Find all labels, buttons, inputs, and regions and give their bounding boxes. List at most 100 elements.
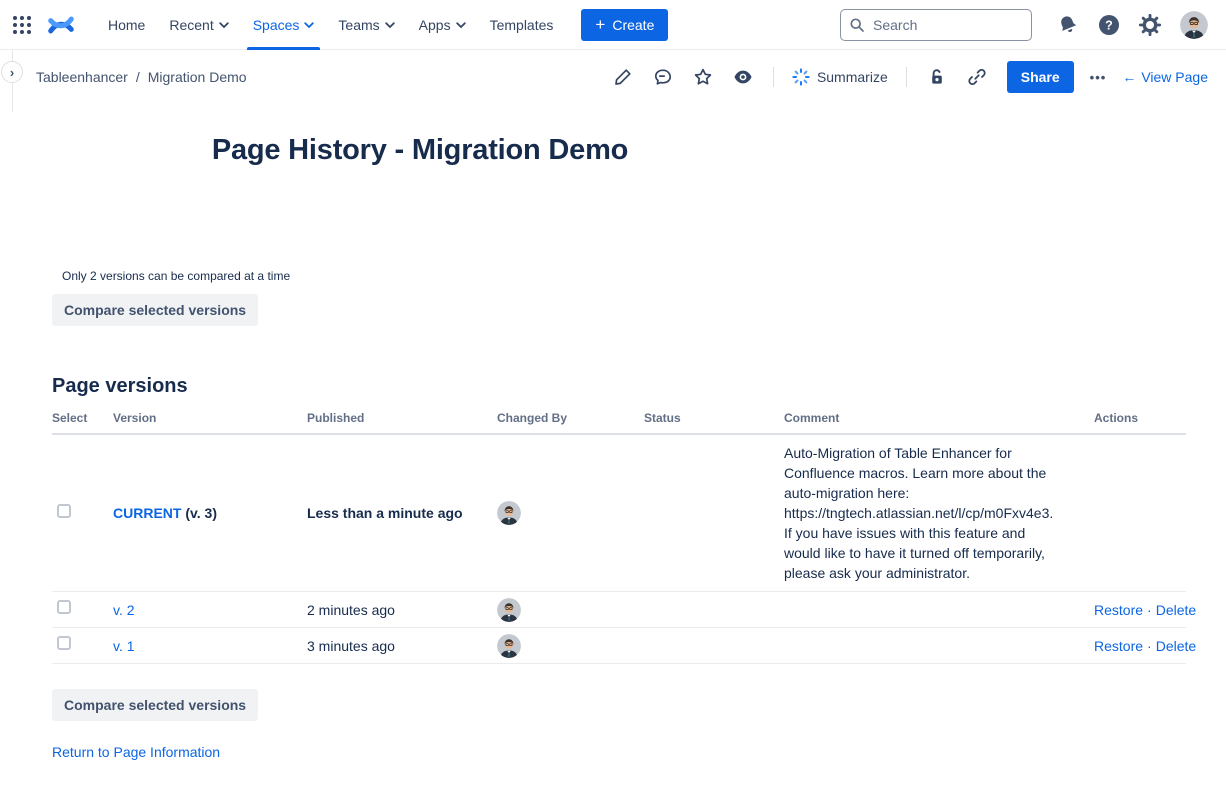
return-to-page-information-link[interactable]: Return to Page Information: [52, 744, 220, 760]
col-header-actions: Actions: [1094, 411, 1138, 425]
row-checkbox[interactable]: [57, 600, 71, 614]
top-navigation: Home Recent Spaces Teams: [0, 0, 1226, 50]
restrictions-unlock-icon[interactable]: [921, 61, 953, 93]
settings-gear-icon[interactable]: [1139, 14, 1161, 36]
versions-table: Select Version Published Changed By Stat…: [52, 411, 1186, 664]
nav-item-label: Recent: [169, 17, 213, 33]
notifications-bell-icon[interactable]: [1057, 14, 1079, 36]
page-toolbar: › Tableenhancer / Migration Demo: [0, 50, 1226, 104]
changed-by-avatar: [497, 634, 521, 658]
summarize-label: Summarize: [817, 69, 888, 85]
nav-item-label: Templates: [490, 17, 554, 33]
watch-eye-icon[interactable]: [727, 61, 759, 93]
toolbar-divider: [906, 67, 907, 87]
comment-line: please ask your administrator.: [784, 563, 1094, 583]
page-title: Page History - Migration Demo: [52, 134, 788, 167]
compare-note: Only 2 versions can be compared at a tim…: [62, 269, 1186, 283]
table-header-row: Select Version Published Changed By Stat…: [52, 411, 1186, 435]
changed-by-avatar: [497, 598, 521, 622]
create-button-label: Create: [612, 17, 654, 33]
share-button[interactable]: Share: [1007, 61, 1074, 93]
published-cell: 2 minutes ago: [307, 602, 497, 618]
back-arrow-icon: ←: [1122, 69, 1136, 85]
action-separator: ·: [1147, 602, 1152, 618]
more-actions-button[interactable]: •••: [1082, 70, 1115, 85]
nav-item-label: Teams: [338, 17, 379, 33]
comment-line: Confluence macros. Learn more about the: [784, 463, 1094, 483]
chevron-right-icon: ›: [10, 65, 14, 80]
page-versions-heading: Page versions: [52, 375, 1186, 398]
comment-line: would like to have it turned off tempora…: [784, 543, 1094, 563]
nav-item-templates[interactable]: Templates: [478, 0, 566, 50]
breadcrumb-separator: /: [136, 69, 140, 85]
version-link[interactable]: v. 2: [113, 602, 135, 618]
star-icon[interactable]: [687, 61, 719, 93]
table-row-v1: v. 1 3 minutes ago Restore·Delete: [52, 628, 1186, 664]
confluence-logo-icon[interactable]: [48, 12, 74, 38]
help-icon[interactable]: ?: [1098, 14, 1120, 36]
comment-icon[interactable]: [647, 61, 679, 93]
nav-item-home[interactable]: Home: [96, 0, 157, 50]
nav-item-label: Apps: [419, 17, 451, 33]
comment-cell: Auto-Migration of Table Enhancer for Con…: [784, 443, 1094, 583]
published-cell: 3 minutes ago: [307, 638, 497, 654]
page-content: Page History - Migration Demo Only 2 ver…: [0, 134, 1226, 762]
action-separator: ·: [1147, 638, 1152, 654]
changed-by-avatar: [497, 501, 521, 525]
nav-item-label: Spaces: [253, 17, 300, 33]
comment-line: auto-migration here:: [784, 483, 1094, 503]
nav-item-recent[interactable]: Recent: [157, 0, 240, 50]
sidebar-expand-button[interactable]: ›: [1, 61, 23, 83]
toolbar-divider: [773, 67, 774, 87]
chevron-down-icon: [219, 22, 229, 29]
actions-cell: Restore·Delete: [1094, 638, 1196, 654]
breadcrumb-page-link[interactable]: Migration Demo: [148, 69, 247, 85]
create-button[interactable]: + Create: [581, 9, 668, 41]
version-link-current[interactable]: CURRENT: [113, 505, 181, 521]
breadcrumb-space-link[interactable]: Tableenhancer: [36, 69, 128, 85]
user-avatar[interactable]: [1180, 11, 1208, 39]
app-switcher-icon[interactable]: [10, 13, 34, 37]
plus-icon: +: [595, 16, 605, 33]
row-checkbox[interactable]: [57, 636, 71, 650]
delete-link[interactable]: Delete: [1156, 638, 1196, 654]
restore-link[interactable]: Restore: [1094, 638, 1143, 654]
published-cell: Less than a minute ago: [307, 505, 497, 521]
summarize-button[interactable]: Summarize: [788, 68, 892, 86]
chevron-down-icon: [304, 22, 314, 29]
view-page-link[interactable]: ← View Page: [1122, 69, 1208, 85]
nav-item-apps[interactable]: Apps: [407, 0, 478, 50]
chevron-down-icon: [456, 22, 466, 29]
restore-link[interactable]: Restore: [1094, 602, 1143, 618]
chevron-down-icon: [385, 22, 395, 29]
copy-link-icon[interactable]: [961, 61, 993, 93]
question-glyph: ?: [1105, 18, 1113, 32]
breadcrumb: Tableenhancer / Migration Demo: [36, 69, 247, 85]
nav-item-teams[interactable]: Teams: [326, 0, 406, 50]
ai-sparkle-icon: [792, 68, 810, 86]
actions-cell: Restore·Delete: [1094, 602, 1196, 618]
col-header-version: Version: [113, 411, 307, 425]
nav-item-label: Home: [108, 17, 145, 33]
col-header-published: Published: [307, 411, 497, 425]
delete-link[interactable]: Delete: [1156, 602, 1196, 618]
search-icon: [849, 17, 865, 33]
col-header-select: Select: [52, 411, 113, 425]
comment-line: https://tngtech.atlassian.net/l/cp/m0Fxv…: [784, 503, 1094, 523]
col-header-status: Status: [644, 411, 784, 425]
table-row-v2: v. 2 2 minutes ago Restore·Delete: [52, 592, 1186, 628]
compare-selected-versions-button-bottom[interactable]: Compare selected versions: [52, 689, 258, 721]
comment-line: Auto-Migration of Table Enhancer for: [784, 443, 1094, 463]
comment-line: If you have issues with this feature and: [784, 523, 1094, 543]
search-input[interactable]: [840, 9, 1032, 41]
table-row-current: CURRENT (v. 3) Less than a minute ago Au…: [52, 435, 1186, 592]
nav-item-spaces[interactable]: Spaces: [241, 0, 327, 50]
row-checkbox[interactable]: [57, 504, 71, 518]
view-page-label: View Page: [1141, 69, 1208, 85]
primary-nav: Home Recent Spaces Teams: [96, 0, 565, 50]
edit-pencil-icon[interactable]: [607, 61, 639, 93]
col-header-comment: Comment: [784, 411, 1094, 425]
version-suffix: (v. 3): [185, 505, 217, 521]
compare-selected-versions-button-top[interactable]: Compare selected versions: [52, 294, 258, 326]
version-link[interactable]: v. 1: [113, 638, 135, 654]
